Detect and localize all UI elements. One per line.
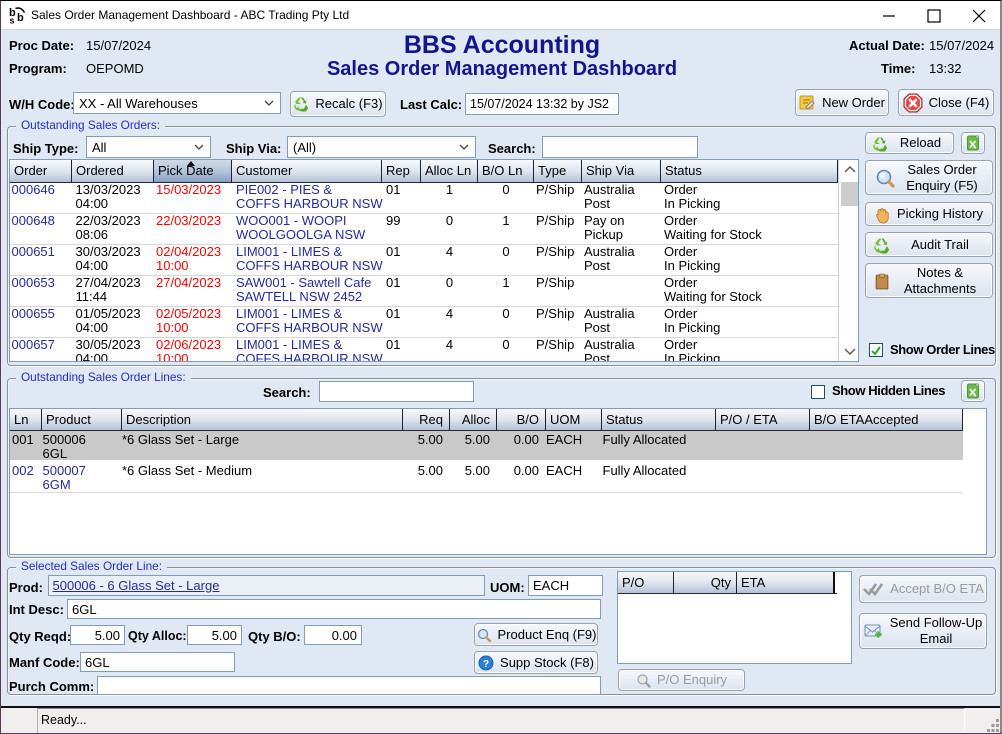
svg-text:s: s — [10, 16, 15, 26]
svg-text:b: b — [17, 12, 24, 24]
svg-text:?: ? — [483, 659, 489, 670]
